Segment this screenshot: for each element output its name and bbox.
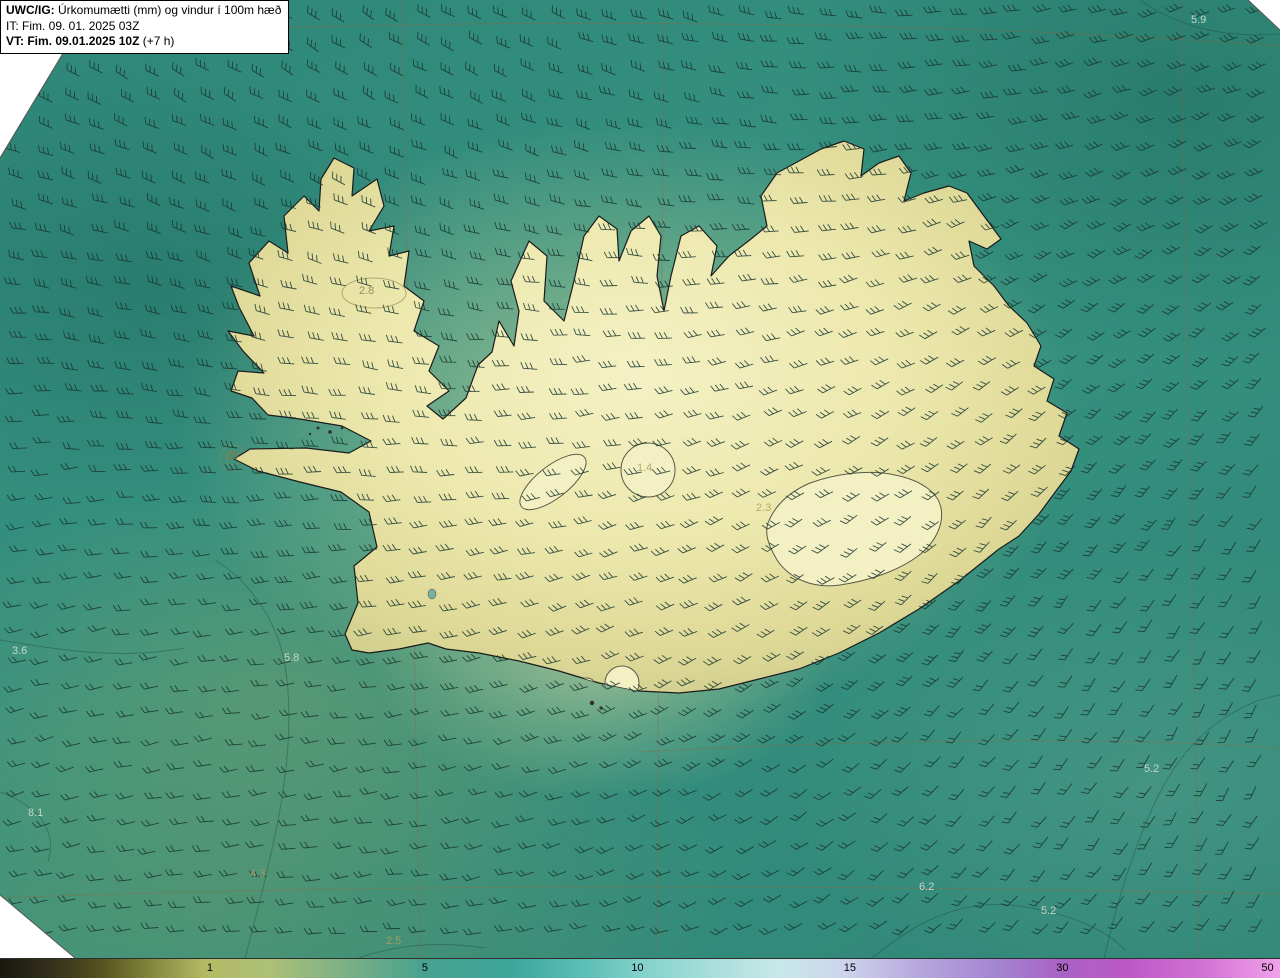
- colorbar-tick-50: 50: [1261, 962, 1274, 974]
- contour-label: 5.8: [284, 652, 299, 664]
- contour-label: 6.2: [919, 881, 934, 893]
- colorbar-tick-1: 1: [206, 962, 213, 974]
- contour-label: 3.6: [12, 645, 27, 657]
- map-svg: 5.9 2.8 26 1.4 2.3 3.6 5.8 8.1 4.3 5.2 6.2 5.2 2.5: [0, 0, 1280, 958]
- precip-colorbar: 1 5 10 15 30 50: [0, 958, 1280, 978]
- colorbar-tick-5: 5: [421, 962, 429, 974]
- init-time-line: IT: Fim. 09. 01. 2025 03Z: [6, 18, 140, 33]
- contour-label: 8.1: [28, 807, 43, 819]
- contour-label: 1.4: [637, 462, 652, 474]
- contour-label: 5.9: [1191, 14, 1206, 26]
- title-line: UWC/IG: Úrkomumætti (mm) og vindur í 100…: [6, 3, 281, 19]
- contour-label: 2.3: [756, 502, 771, 514]
- model-name: UWC/IG:: [6, 3, 55, 17]
- wind-barb-field: [2, 3, 1268, 936]
- valid-time: VT: Fim. 09.01.2025 10Z: [6, 34, 140, 49]
- colorbar-ticks: 1 5 10 15 30 50: [0, 959, 1280, 978]
- weather-map-screen: 5.9 2.8 26 1.4 2.3 3.6 5.8 8.1 4.3 5.2 6.2 5.2 2.5 U…: [0, 0, 1280, 978]
- colorbar-tick-10: 10: [631, 962, 644, 974]
- contour-label: 5.2: [1041, 905, 1056, 917]
- contour-label: 4.3: [250, 868, 265, 880]
- valid-offset: (+7 h): [142, 34, 175, 49]
- valid-time-line: VT: Fim. 09.01.2025 10Z (+7 h): [6, 34, 281, 50]
- iceland-landmass: [227, 140, 1080, 710]
- contour-label: 26: [226, 450, 238, 462]
- contour-label: 2.8: [359, 285, 374, 297]
- map-title: Úrkomumætti (mm) og vindur í 100m hæð: [58, 3, 282, 17]
- title-box: UWC/IG: Úrkomumætti (mm) og vindur í 100…: [0, 0, 290, 54]
- map-canvas: 5.9 2.8 26 1.4 2.3 3.6 5.8 8.1 4.3 5.2 6.2 5.2 2.5: [0, 0, 1280, 958]
- colorbar-tick-30: 30: [1056, 962, 1069, 974]
- contour-label: 5.2: [1144, 763, 1159, 775]
- contour-label: 2.5: [386, 935, 401, 947]
- colorbar-tick-15: 15: [843, 962, 857, 974]
